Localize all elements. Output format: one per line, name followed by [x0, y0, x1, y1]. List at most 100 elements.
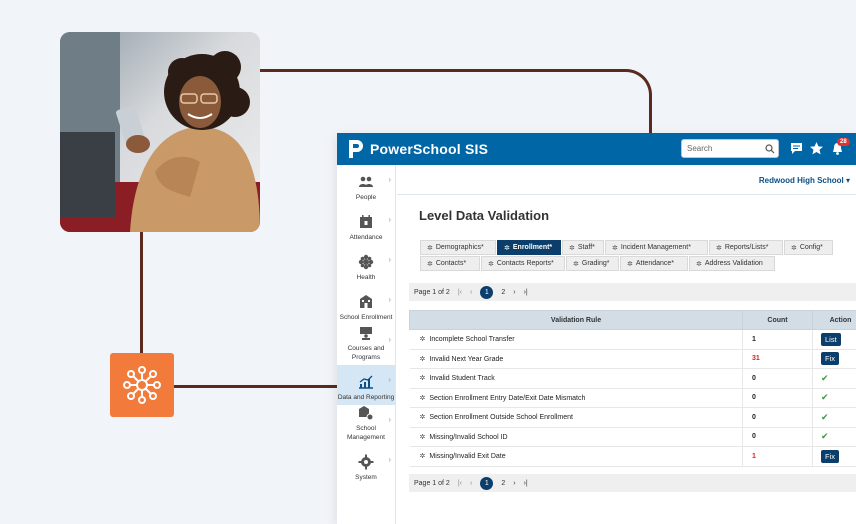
page-2-button[interactable]: 2 [501, 480, 505, 487]
tab-enrollment[interactable]: ✲ Enrollment* [497, 240, 561, 255]
sidebar: People › Attendance › Health › School En… [337, 165, 396, 524]
tab-label: Enrollment* [512, 244, 553, 251]
sidebar-item-label: People [355, 194, 377, 201]
tab-contacts[interactable]: ✲ Contacts* [420, 256, 480, 271]
rule-count: 0 [742, 407, 813, 428]
rule-name: Section Enrollment Entry Date/Exit Date … [429, 394, 586, 402]
rule-name: Missing/Invalid Exit Date [429, 453, 506, 461]
tab-incident-management[interactable]: ✲ Incident Management* [605, 240, 708, 255]
tab-contacts-reports[interactable]: ✲ Contacts Reports* [481, 256, 565, 271]
sidebar-item-school-enrollment[interactable]: School Enrollment › [337, 285, 395, 325]
list-button[interactable]: List [821, 332, 841, 346]
rule-name: Section Enrollment Outside School Enroll… [429, 414, 573, 422]
pager-bottom: Page 1 of 2 |‹ ‹ 1 2 › ›| [409, 474, 856, 492]
table-row: ✲ Missing/Invalid School ID 0 ✔ [409, 427, 856, 447]
next-page-button[interactable]: › [513, 289, 515, 296]
gear-icon[interactable]: ✲ [420, 375, 426, 382]
gear-icon: ✲ [427, 244, 433, 252]
gear-icon: ✲ [488, 260, 494, 268]
gear-icon: ✲ [716, 244, 722, 252]
school-selector[interactable]: Redwood High School ▾ [759, 176, 850, 185]
powerschool-logo-icon [349, 140, 363, 158]
fix-button[interactable]: Fix [821, 449, 839, 463]
chevron-right-icon: › [388, 175, 391, 184]
connector-line-horizontal [173, 385, 338, 388]
tab-label: Address Validation [704, 260, 763, 267]
sidebar-item-system[interactable]: System › [337, 445, 395, 485]
sidebar-item-label: School Management [347, 425, 385, 441]
gear-icon: ✲ [427, 260, 433, 268]
school-selector-bar: Redwood High School ▾ [397, 165, 856, 195]
search-icon[interactable] [762, 141, 778, 157]
sidebar-item-label: Health [356, 274, 376, 281]
prev-page-button[interactable]: ‹ [470, 480, 472, 487]
tab-config[interactable]: ✲ Config* [784, 240, 833, 255]
table-row: ✲ Incomplete School Transfer 1 List [409, 329, 856, 350]
sidebar-item-label: Courses and Programs [347, 345, 385, 361]
first-page-button[interactable]: |‹ [458, 480, 462, 487]
gear-icon[interactable]: ✲ [420, 434, 426, 441]
prev-page-button[interactable]: ‹ [470, 289, 472, 296]
column-header-action: Action [812, 310, 856, 330]
last-page-button[interactable]: ›| [524, 289, 528, 296]
chevron-right-icon: › [388, 415, 391, 424]
gear-icon[interactable]: ✲ [420, 414, 426, 421]
column-header-count: Count [742, 310, 813, 330]
gear-icon: ✲ [569, 244, 575, 252]
last-page-button[interactable]: ›| [524, 480, 528, 487]
sidebar-item-data-reporting[interactable]: Data and Reporting › [337, 365, 395, 405]
network-hub-tile [110, 353, 174, 417]
tab-label: Attendance* [635, 260, 675, 267]
chevron-down-icon: ▾ [845, 176, 850, 185]
current-page[interactable]: 1 [480, 285, 494, 299]
network-hub-icon [123, 366, 161, 404]
current-page[interactable]: 1 [480, 476, 494, 490]
sidebar-item-courses-programs[interactable]: Courses and Programs › [337, 325, 395, 365]
gear-icon[interactable]: ✲ [420, 356, 426, 363]
fix-button[interactable]: Fix [821, 352, 839, 366]
rule-name: Missing/Invalid School ID [429, 433, 508, 441]
sidebar-item-people[interactable]: People › [337, 165, 395, 205]
gear-icon[interactable]: ✲ [420, 453, 426, 460]
gear-icon[interactable]: ✲ [420, 336, 426, 343]
tab-reports-lists[interactable]: ✲ Reports/Lists* [709, 240, 783, 255]
search-placeholder: Search [687, 144, 713, 153]
tab-label: Contacts Reports* [496, 260, 554, 267]
star-icon[interactable] [809, 141, 824, 156]
chevron-right-icon: › [388, 255, 391, 264]
school-name: Redwood High School [758, 176, 844, 185]
tab-label: Incident Management* [620, 244, 691, 251]
chevron-right-icon: › [388, 375, 391, 384]
connector-line-top [259, 69, 652, 133]
check-icon: ✔ [821, 431, 829, 442]
rule-count: 1 [742, 329, 813, 350]
calendar-icon [360, 215, 372, 228]
gear-icon: ✲ [791, 244, 797, 252]
rule-count: 31 [742, 349, 813, 369]
rule-count: 1 [742, 446, 813, 467]
gear-icon: ✲ [696, 260, 702, 268]
next-page-button[interactable]: › [513, 480, 515, 487]
search-input[interactable]: Search [681, 139, 779, 158]
chat-icon[interactable] [789, 141, 804, 156]
check-icon: ✔ [821, 372, 829, 383]
tab-attendance[interactable]: ✲ Attendance* [620, 256, 688, 271]
tab-label: Reports/Lists* [724, 244, 769, 251]
sidebar-item-health[interactable]: Health › [337, 245, 395, 285]
sidebar-item-attendance[interactable]: Attendance › [337, 205, 395, 245]
notification-badge: 28 [837, 138, 850, 146]
first-page-button[interactable]: |‹ [458, 289, 462, 296]
tab-address-validation[interactable]: ✲ Address Validation [689, 256, 775, 271]
tab-staff[interactable]: ✲ Staff* [562, 240, 604, 255]
sidebar-item-school-management[interactable]: School Management › [337, 405, 395, 445]
tab-demographics[interactable]: ✲ Demographics* [420, 240, 496, 255]
gear-icon: ✲ [612, 244, 618, 252]
tab-grading[interactable]: ✲ Grading* [566, 256, 619, 271]
page-2-button[interactable]: 2 [501, 289, 505, 296]
gear-icon[interactable]: ✲ [420, 395, 426, 402]
rule-name: Incomplete School Transfer [429, 336, 515, 344]
gear-icon: ✲ [504, 244, 510, 252]
app-title: PowerSchool SIS [370, 141, 489, 157]
gear-icon: ✲ [627, 260, 633, 268]
chevron-right-icon: › [388, 215, 391, 224]
